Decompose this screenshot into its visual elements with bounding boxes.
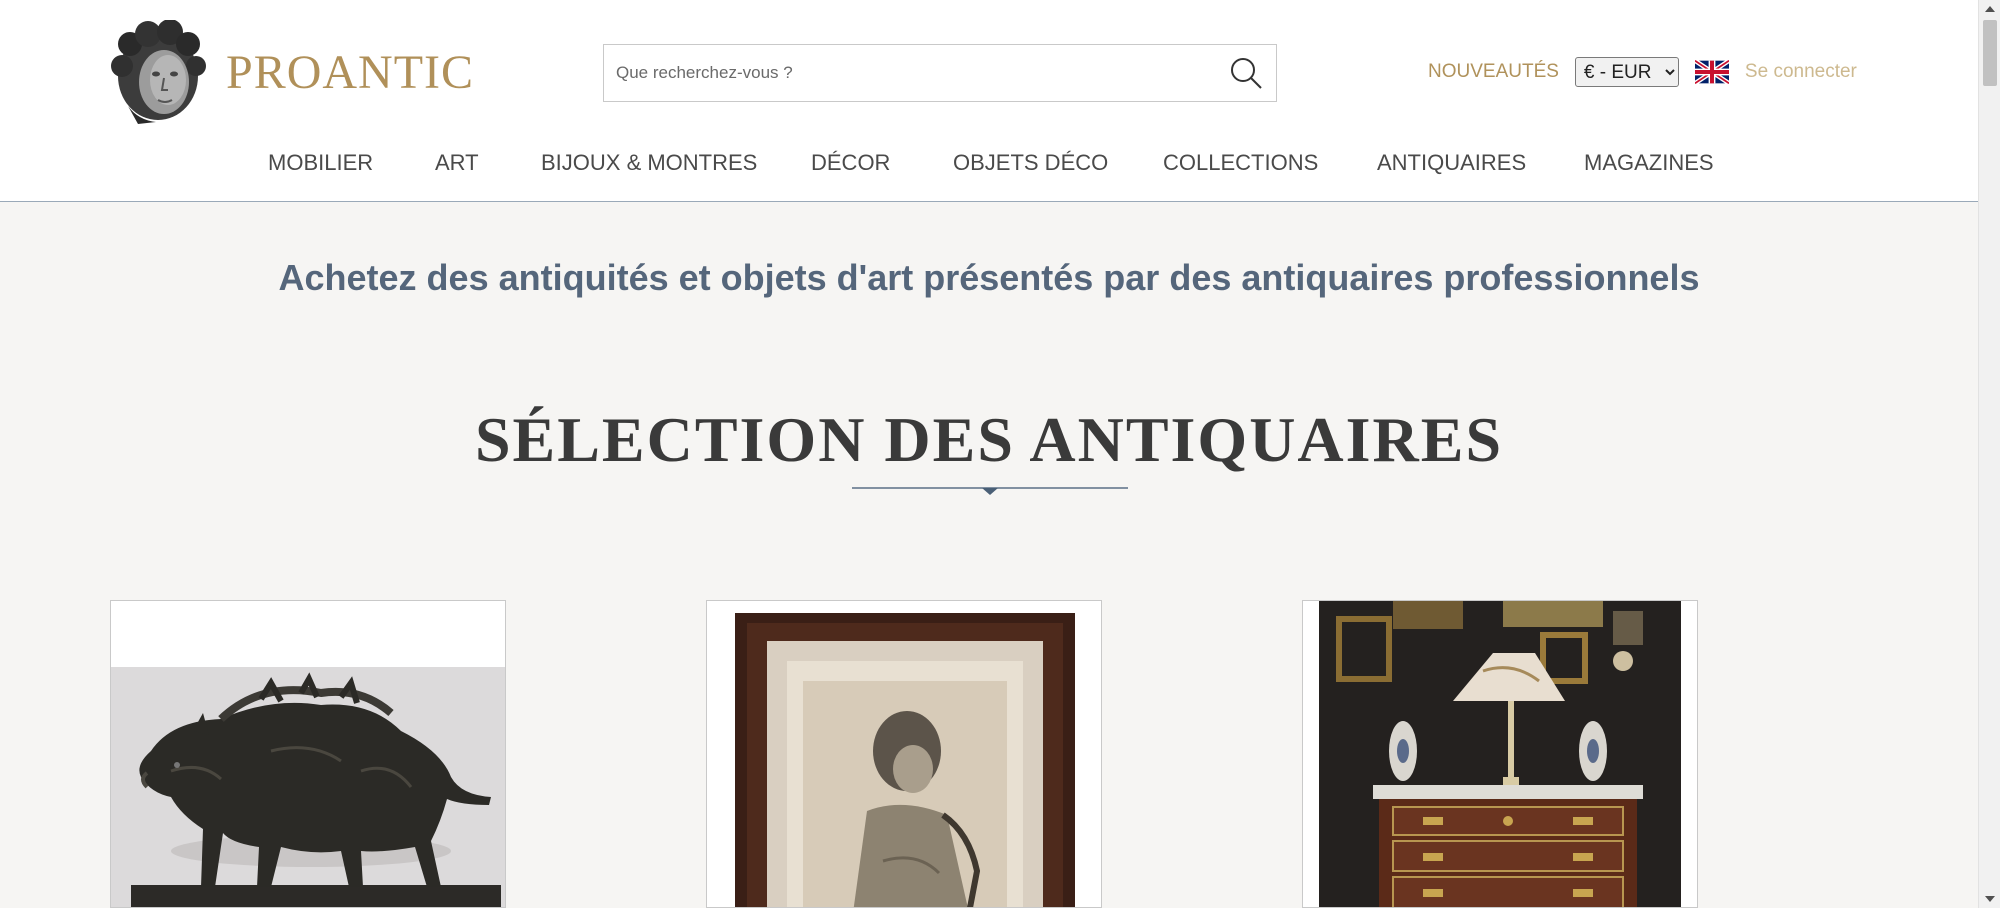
nav-item-decor[interactable]: DÉCOR — [811, 146, 890, 180]
product-card[interactable] — [706, 600, 1102, 908]
tagline: Achetez des antiquités et objets d'art p… — [278, 257, 1700, 298]
new-arrivals-link[interactable]: NOUVEAUTÉS — [1428, 61, 1559, 83]
product-card[interactable] — [1302, 600, 1698, 908]
uk-flag-icon[interactable] — [1694, 60, 1729, 84]
main-navigation: MOBILIER ART BIJOUX & MONTRES DÉCOR OBJE… — [0, 146, 1978, 180]
page: PROANTIC NOUVEAUTÉS € - EUR — [0, 0, 1978, 908]
vertical-scrollbar[interactable] — [1978, 0, 2000, 908]
site-header: PROANTIC NOUVEAUTÉS € - EUR — [0, 0, 1978, 202]
section-title: SÉLECTION DES ANTIQUAIRES — [474, 404, 1504, 475]
search-button[interactable] — [1216, 45, 1276, 101]
logo-link[interactable]: PROANTIC — [108, 18, 474, 126]
top-navigation: NOUVEAUTÉS € - EUR Se connecter — [1428, 56, 1857, 88]
nav-item-antiquaires[interactable]: ANTIQUAIRES — [1377, 146, 1526, 180]
product-image-framed-drawing — [707, 601, 1101, 907]
scrollbar-thumb[interactable] — [1983, 20, 1997, 86]
currency-select[interactable]: € - EUR — [1574, 57, 1679, 87]
nav-item-collections[interactable]: COLLECTIONS — [1163, 146, 1318, 180]
login-link[interactable]: Se connecter — [1745, 61, 1857, 83]
nav-item-objets-deco[interactable]: OBJETS DÉCO — [953, 146, 1108, 180]
product-image-bronze-boar — [111, 601, 505, 907]
product-image-antique-commode — [1303, 601, 1697, 907]
brand-name: PROANTIC — [226, 45, 475, 99]
scroll-down-arrow-icon[interactable] — [1979, 890, 2000, 908]
logo-head-icon — [111, 20, 206, 124]
title-divider — [852, 487, 1128, 495]
nav-item-art[interactable]: ART — [435, 146, 479, 180]
nav-item-magazines[interactable]: MAGAZINES — [1584, 146, 1714, 180]
search-icon — [1231, 58, 1262, 89]
search-input[interactable] — [604, 45, 1216, 101]
scroll-up-arrow-icon[interactable] — [1979, 0, 2000, 18]
product-card[interactable] — [110, 600, 506, 908]
nav-item-bijoux-montres[interactable]: BIJOUX & MONTRES — [541, 146, 757, 180]
search-bar — [603, 44, 1277, 102]
nav-item-mobilier[interactable]: MOBILIER — [268, 146, 373, 180]
